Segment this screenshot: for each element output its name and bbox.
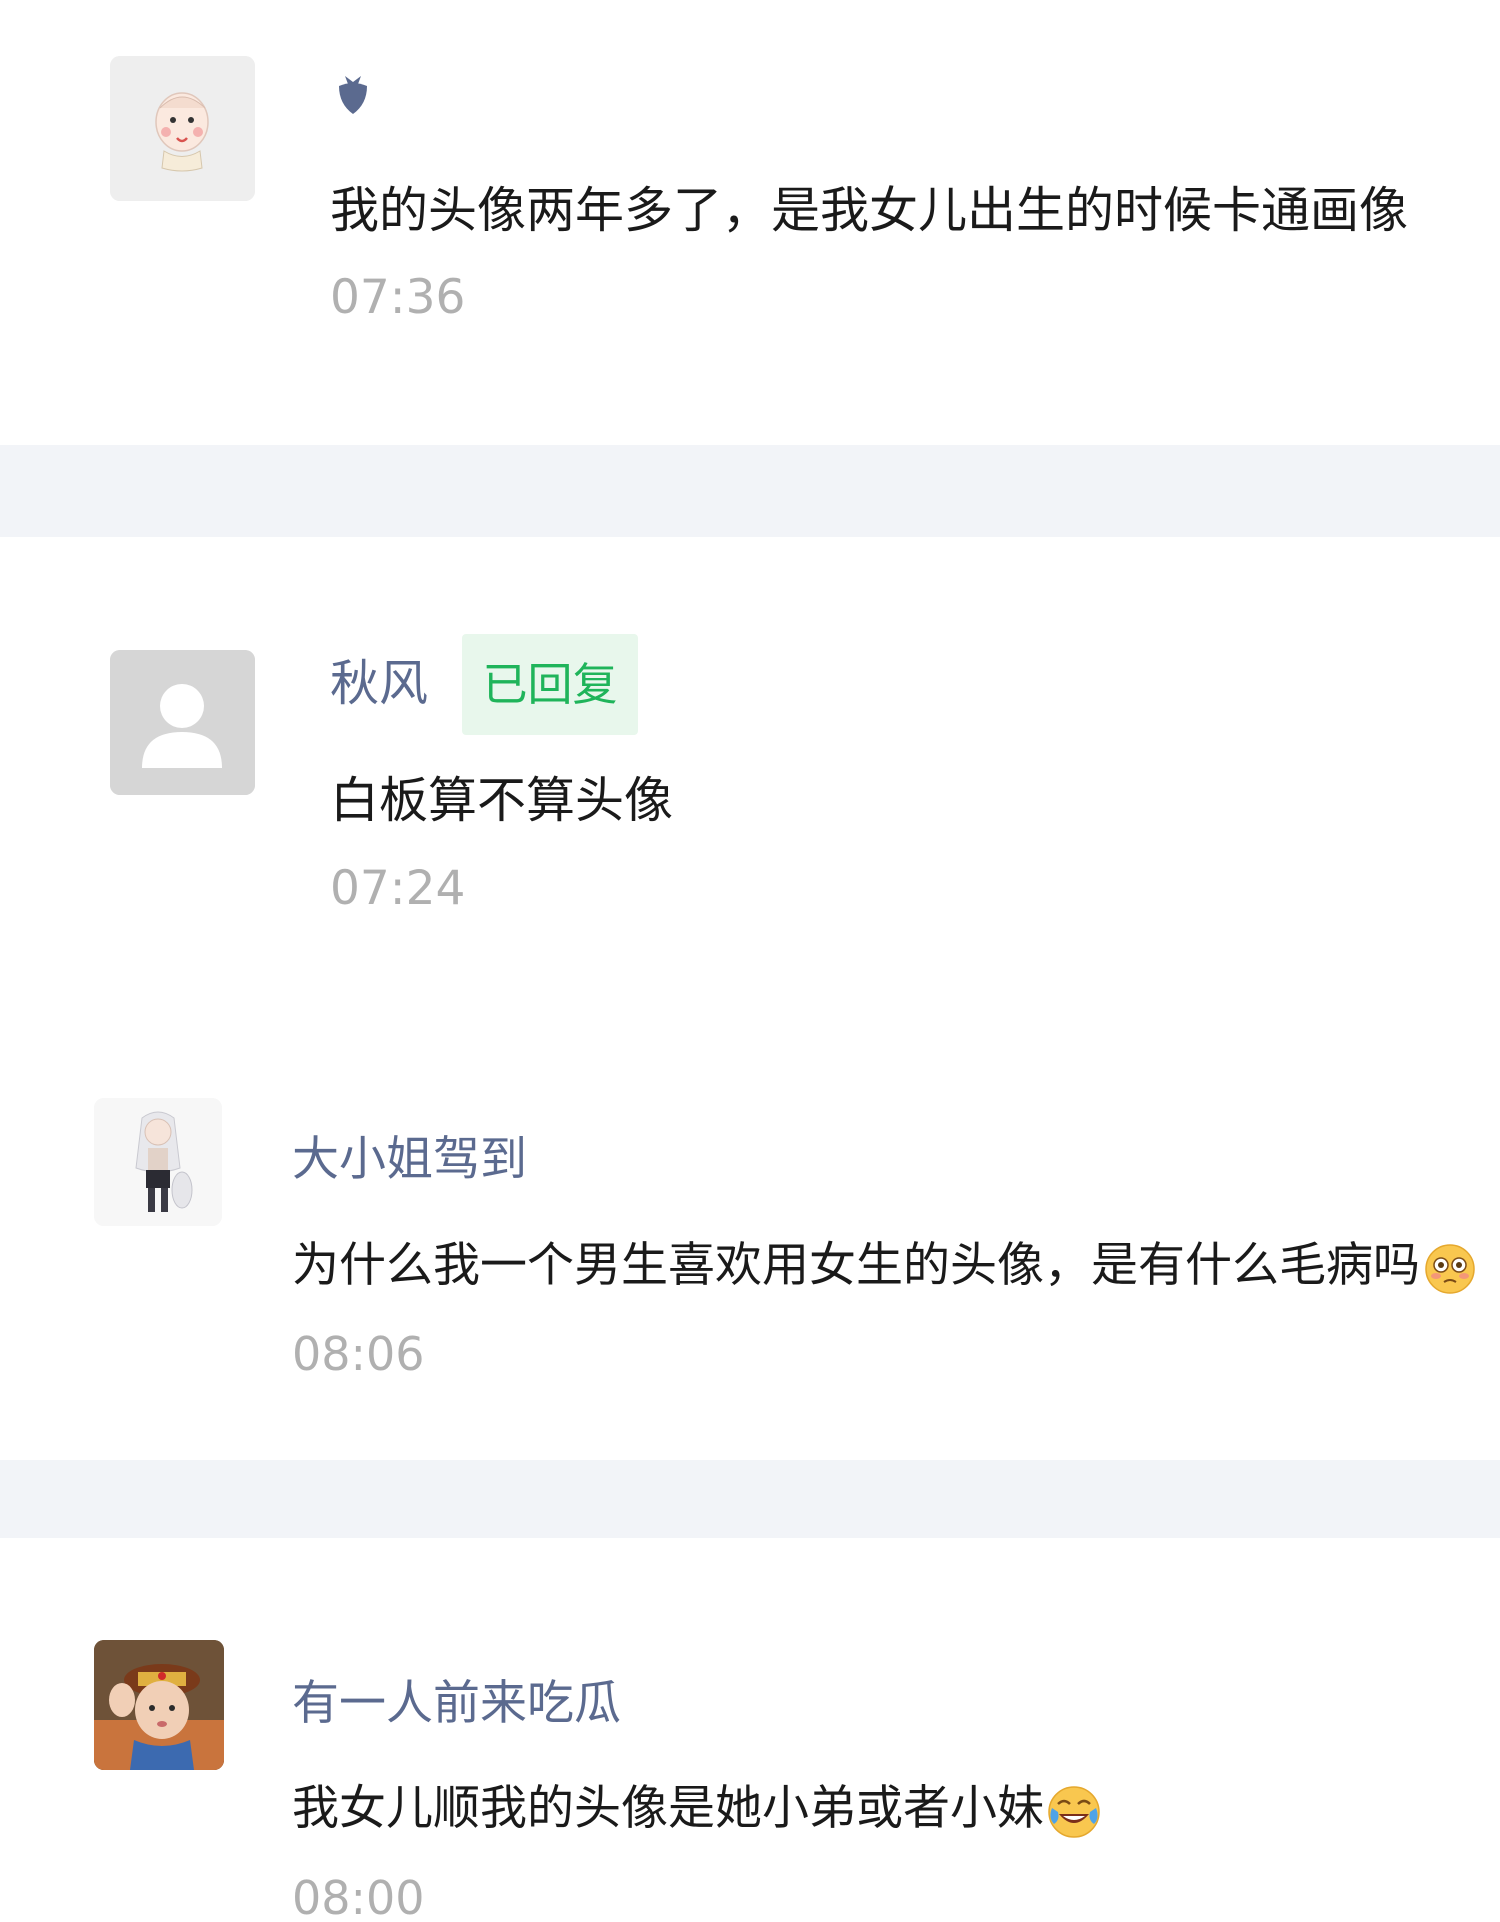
comment-time: 07:24 [330, 861, 466, 916]
comment-text-content: 我女儿顺我的头像是她小弟或者小妹 [292, 1781, 1044, 1836]
comment-text: 为什么我一个男生喜欢用女生的头像，是有什么毛病吗 [292, 1235, 1476, 1297]
person-icon [110, 650, 255, 795]
strawberry-icon [333, 68, 373, 116]
rolling-laughing-face-emoji [1046, 1784, 1102, 1840]
comment-text: 我女儿顺我的头像是她小弟或者小妹 [292, 1778, 1102, 1840]
comment-item: 有一人前来吃瓜 我女儿顺我的头像是她小弟或者小妹 08:00 [0, 1538, 1500, 1922]
replied-badge: 已回复 [462, 634, 638, 735]
default-person-avatar[interactable] [110, 650, 255, 795]
section-divider [0, 445, 1500, 537]
comment-item: 大小姐驾到 为什么我一个男生喜欢用女生的头像，是有什么毛病吗 08:06 [0, 1080, 1500, 1460]
comment-time: 08:06 [292, 1327, 425, 1381]
anime-girl-avatar[interactable] [94, 1098, 222, 1226]
comment-time: 07:36 [330, 270, 466, 325]
comment-list: 我的头像两年多了，是我女儿出生的时候卡通画像 07:36 秋风 已回复 白板算不… [0, 0, 1500, 1922]
section-divider [0, 1460, 1500, 1538]
comment-author[interactable]: 秋风 [330, 653, 428, 715]
comment-time: 08:00 [292, 1871, 425, 1922]
comment-text: 白板算不算头像 [330, 772, 674, 829]
comment-item: 我的头像两年多了，是我女儿出生的时候卡通画像 07:36 [0, 0, 1500, 445]
cartoon-baby-avatar[interactable] [110, 56, 255, 201]
boy-in-cap-avatar[interactable] [94, 1640, 224, 1770]
comment-author[interactable]: 有一人前来吃瓜 [292, 1674, 621, 1734]
comment-author[interactable]: 大小姐驾到 [292, 1130, 527, 1190]
flushed-face-emoji [1424, 1243, 1476, 1295]
comment-text-content: 为什么我一个男生喜欢用女生的头像，是有什么毛病吗 [292, 1238, 1420, 1293]
comment-text: 我的头像两年多了，是我女儿出生的时候卡通画像 [330, 182, 1409, 239]
